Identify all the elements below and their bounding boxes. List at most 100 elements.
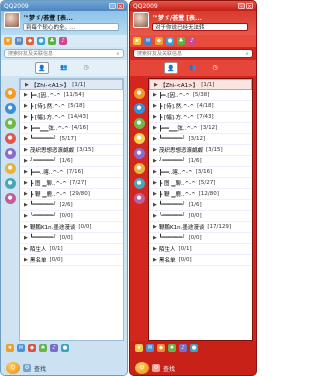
signature-field[interactable]: 对于你说已经无法转	[152, 23, 248, 31]
app-icon-7[interactable]: ●	[4, 178, 16, 189]
settings-icon[interactable]: ⚙	[23, 364, 31, 372]
tab-contacts-icon[interactable]: 👤	[164, 62, 178, 74]
app-icon-5[interactable]: ●	[4, 148, 16, 159]
avatar[interactable]	[4, 12, 20, 28]
tab-groups-icon[interactable]: 👥	[57, 62, 71, 74]
email-icon[interactable]: ✉	[17, 344, 25, 352]
contact-group-row[interactable]: ▶ ┣ 鞭 ▁鹿..^-^ [29/80]	[20, 189, 123, 200]
contact-group-row[interactable]: ▶ 【Zhi-<A1>】 [1/1]	[20, 79, 123, 90]
contact-group-row[interactable]: ▶ 黑名单 [0/0]	[149, 255, 252, 266]
app-icon-8[interactable]: ●	[133, 193, 145, 204]
signature-field[interactable]: 到每个轮心的全。…	[23, 23, 119, 31]
app-icon-6[interactable]: ●	[133, 163, 145, 174]
star-icon[interactable]: ★	[133, 37, 141, 45]
main-menu-button[interactable]: Q	[6, 362, 20, 374]
contact-group-row[interactable]: ▶ ┣━━▁▁弦..^-^ [4/16]	[20, 123, 123, 134]
pet-app-icon[interactable]: ●	[190, 344, 198, 352]
pet-app-icon[interactable]: ●	[61, 344, 69, 352]
zone-icon[interactable]: ◆	[155, 37, 163, 45]
zone-icon[interactable]: ◆	[26, 37, 34, 45]
contact-group-row[interactable]: ▶ 陌生人 [0/1]	[149, 244, 252, 255]
mail-icon[interactable]: ✉	[144, 37, 152, 45]
app-icon-3[interactable]: ●	[4, 118, 16, 129]
pet-icon[interactable]: ♣	[48, 37, 56, 45]
game-icon[interactable]: ♠	[168, 344, 176, 352]
contact-group-row[interactable]: ▶ ╯━━━━━━╯ [1/6]	[20, 156, 123, 167]
contact-group-row[interactable]: ▶ ┣ 鞭 ▁鹿..^-^ [12/80]	[149, 189, 252, 200]
find-button[interactable]: 查找	[163, 364, 175, 373]
search-input[interactable]: 搜索好友及关联信息 ⌕	[133, 49, 253, 58]
chat-icon[interactable]: ●	[166, 37, 174, 45]
contact-group-row[interactable]: ▶ ┣━━..喀..^-^ [7/16]	[20, 167, 123, 178]
app-icon-8[interactable]: ●	[4, 193, 16, 204]
contact-group-row[interactable]: ▶ ┣ [侍].然.^-^ [4/18]	[149, 101, 252, 112]
status-tag[interactable]: [表...	[186, 15, 202, 22]
minimize-button[interactable]: –	[238, 3, 245, 10]
settings-icon[interactable]: ⚙	[152, 364, 160, 372]
contact-group-row[interactable]: ▶ ┗━━━━━━╯ [0/0]	[149, 233, 252, 244]
minimize-button[interactable]: –	[109, 3, 116, 10]
search-icon[interactable]: ⌕	[242, 50, 252, 57]
contact-group-row[interactable]: ▶ ┗━━━━━━╯ [0/0]	[20, 233, 123, 244]
music-app-icon[interactable]: ♪	[50, 344, 58, 352]
tab-groups-icon[interactable]: 👥	[186, 62, 200, 74]
tab-contacts-icon[interactable]: 👤	[35, 62, 49, 74]
chat-icon[interactable]: ●	[37, 37, 45, 45]
contact-group-row[interactable]: ▶ ┣━━▁▁弦..^-^ [3/12]	[149, 123, 252, 134]
main-menu-button[interactable]: Q	[135, 362, 149, 374]
search-input[interactable]: 搜索好友及关联信息 ⌕	[4, 49, 124, 58]
contact-group-row[interactable]: ▶ 【Zhi-<A1>】 [1/1]	[149, 79, 252, 90]
search-icon[interactable]: ⌕	[113, 50, 123, 57]
app-icon-5[interactable]: ●	[133, 148, 145, 159]
tab-recent-icon[interactable]: ◷	[79, 62, 93, 74]
app-icon-3[interactable]: ●	[133, 118, 145, 129]
contact-group-row[interactable]: ▶ ┗━━━━━━╯ [5/17]	[20, 134, 123, 145]
game-icon[interactable]: ♠	[39, 344, 47, 352]
contact-group-row[interactable]: ▶ ┣ 图 ▁聊..^-^ [7/27]	[20, 178, 123, 189]
status-tag[interactable]: [表...	[57, 15, 73, 22]
mail-icon[interactable]: ✉	[15, 37, 23, 45]
contact-group-row[interactable]: ▶ 陌生人 [0/1]	[20, 244, 123, 255]
qzone-icon[interactable]: ★	[6, 344, 14, 352]
app-icon-6[interactable]: ●	[4, 163, 16, 174]
close-button[interactable]: ×	[117, 3, 124, 10]
contact-group-row[interactable]: ▶ 茂织思想恣滚觑觑 [3/15]	[20, 145, 123, 156]
contact-group-row[interactable]: ▶ 茂织思想恣滚觑觑 [3/15]	[149, 145, 252, 156]
qzone-icon[interactable]: ★	[135, 344, 143, 352]
contact-group-row[interactable]: ▶ ╰━━━━━━╯ [0/0]	[149, 211, 252, 222]
contact-group-row[interactable]: ▶ ┣━.[因..^-^ [11/54]	[20, 90, 123, 101]
contact-group-row[interactable]: ▶ 鞭鹏K1n.墨途漫谈 [17/129]	[149, 222, 252, 233]
tab-recent-icon[interactable]: ◷	[208, 62, 222, 74]
contact-group-row[interactable]: ▶ 鞭鹏K1n.墨途漫谈 [0/0]	[20, 222, 123, 233]
star-icon[interactable]: ★	[4, 37, 12, 45]
music-icon[interactable]: ♪	[59, 37, 67, 45]
app-icon-4[interactable]: ●	[133, 133, 145, 144]
app-icon-1[interactable]: ●	[4, 88, 16, 99]
contact-group-row[interactable]: ▶ ┣━━..喀..^-^ [3/16]	[149, 167, 252, 178]
app-icon-7[interactable]: ●	[133, 178, 145, 189]
find-button[interactable]: 查找	[34, 364, 46, 373]
music-app-icon[interactable]: ♪	[179, 344, 187, 352]
contact-group-row[interactable]: ▶ ┗━━━━━━╯ [3/12]	[149, 134, 252, 145]
contact-group-row[interactable]: ▶ ┣ [幅].方.^-^ [14/43]	[20, 112, 123, 123]
shop-icon[interactable]: ◆	[28, 344, 36, 352]
app-icon-4[interactable]: ●	[4, 133, 16, 144]
contact-group-row[interactable]: ▶ 黑名单 [0/0]	[20, 255, 123, 266]
email-icon[interactable]: ✉	[146, 344, 154, 352]
contact-group-row[interactable]: ▶ ┣ [幅].方.^-^ [7/43]	[149, 112, 252, 123]
contact-group-row[interactable]: ▶ ╯━━━━━━╯ [1/6]	[149, 156, 252, 167]
close-button[interactable]: ×	[246, 3, 253, 10]
contact-group-row[interactable]: ▶ ┗━━━━━━╯ [2/6]	[20, 200, 123, 211]
contact-group-row[interactable]: ▶ ┗━━━━━━╯ [1/6]	[149, 200, 252, 211]
shop-icon[interactable]: ◆	[157, 344, 165, 352]
contact-group-row[interactable]: ▶ ┣━.[因..^-^ [5/38]	[149, 90, 252, 101]
contact-group-row[interactable]: ▶ ╰━━━━━━╯ [0/0]	[20, 211, 123, 222]
music-icon[interactable]: ♪	[188, 37, 196, 45]
app-icon-2[interactable]: ●	[4, 103, 16, 114]
contact-group-row[interactable]: ▶ ┣ 图 ▁聊..^-^ [5/27]	[149, 178, 252, 189]
pet-icon[interactable]: ♣	[177, 37, 185, 45]
avatar[interactable]	[133, 12, 149, 28]
app-icon-2[interactable]: ●	[133, 103, 145, 114]
app-icon-1[interactable]: ●	[133, 88, 145, 99]
contact-group-row[interactable]: ▶ ┣ [侍].然.^-^ [5/18]	[20, 101, 123, 112]
